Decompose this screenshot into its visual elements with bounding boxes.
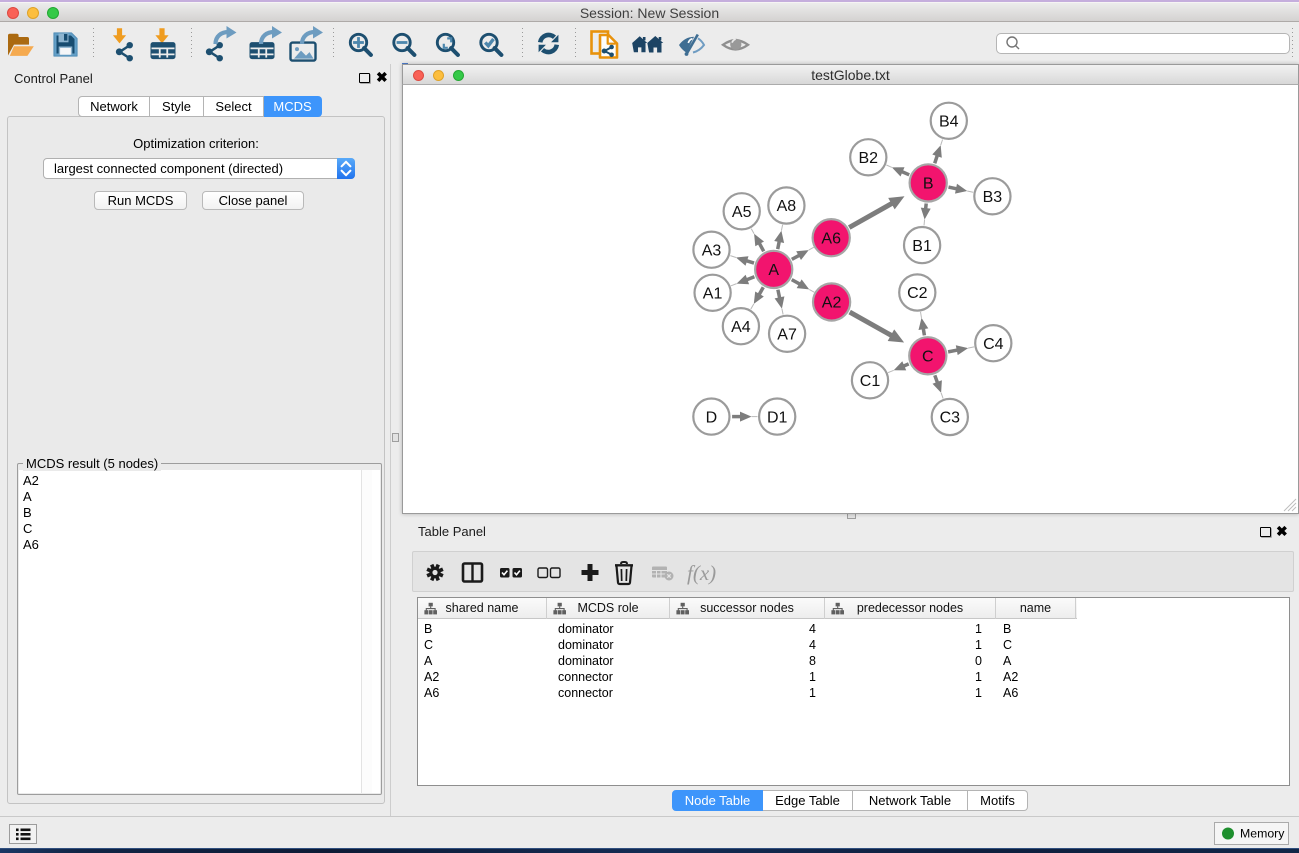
svg-text:A8: A8 bbox=[777, 198, 797, 215]
svg-text:A1: A1 bbox=[703, 286, 723, 303]
svg-text:A4: A4 bbox=[731, 319, 751, 336]
svg-text:A7: A7 bbox=[777, 327, 797, 344]
svg-text:B2: B2 bbox=[859, 150, 879, 167]
svg-text:B4: B4 bbox=[939, 114, 959, 131]
svg-text:C: C bbox=[922, 349, 934, 366]
svg-text:A3: A3 bbox=[702, 242, 722, 259]
svg-text:A6: A6 bbox=[821, 230, 841, 247]
svg-text:B: B bbox=[923, 176, 934, 193]
svg-text:B1: B1 bbox=[912, 238, 932, 255]
svg-text:Memory: Memory bbox=[1240, 827, 1285, 841]
svg-text:C3: C3 bbox=[940, 410, 961, 427]
svg-text:A: A bbox=[768, 262, 779, 279]
svg-text:A2: A2 bbox=[822, 295, 842, 312]
svg-text:D: D bbox=[706, 409, 718, 426]
svg-text:C1: C1 bbox=[860, 373, 881, 390]
svg-text:D1: D1 bbox=[767, 409, 788, 426]
svg-text:f(x): f(x) bbox=[687, 561, 716, 585]
svg-text:C2: C2 bbox=[907, 285, 928, 302]
svg-text:A5: A5 bbox=[732, 204, 752, 221]
svg-text:B3: B3 bbox=[983, 189, 1003, 206]
svg-text:C4: C4 bbox=[983, 336, 1004, 353]
